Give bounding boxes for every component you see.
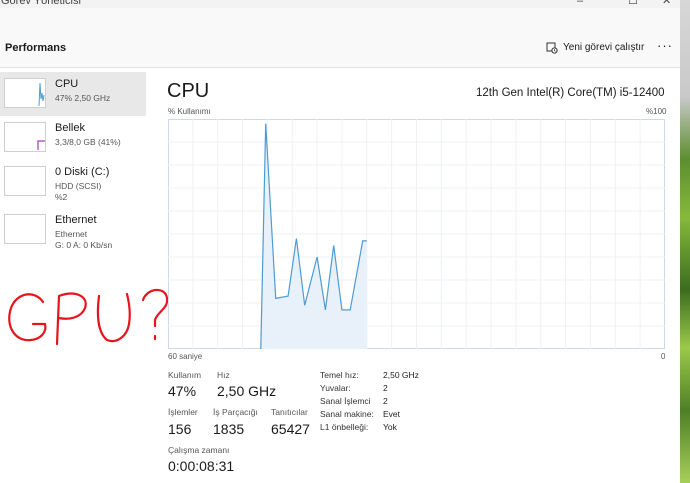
new-task-button[interactable]: Yeni görevi çalıştır <box>546 41 644 54</box>
window-title: Görev Yöneticisi <box>1 0 81 7</box>
max-axis-label: %100 <box>646 107 667 116</box>
desktop-background <box>680 0 690 483</box>
minimize-icon[interactable]: – <box>577 0 583 7</box>
virtual-machine-value: Evet <box>383 409 401 419</box>
sidebar-item-detail: 3,3/8,0 GB (41%) <box>55 137 121 147</box>
speed-label: Hız <box>217 370 230 380</box>
sidebar-item-ethernet[interactable]: Ethernet Ethernet G: 0 A: 0 Kb/sn <box>0 208 146 252</box>
zero-axis-label: 0 <box>661 352 666 361</box>
sidebar-item-detail-2: %2 <box>55 192 68 202</box>
close-icon[interactable]: ✕ <box>662 0 671 7</box>
cpu-model: 12th Gen Intel(R) Core(TM) i5-12400 <box>476 87 665 99</box>
virtual-processors-value: 2 <box>383 396 388 406</box>
sidebar-item-detail: 47% 2,50 GHz <box>55 93 111 103</box>
sidebar-item-detail-2: G: 0 A: 0 Kb/sn <box>55 240 113 250</box>
virtual-processors-label: Sanal İşlemci <box>320 396 371 406</box>
uptime-label: Çalışma zamanı <box>168 445 230 455</box>
memory-thumbnail <box>4 122 46 152</box>
sockets-label: Yuvalar: <box>320 383 351 393</box>
sidebar-item-label: Ethernet <box>55 214 97 226</box>
cpu-thumbnail <box>4 78 46 108</box>
usage-label: Kullanım <box>168 370 202 380</box>
chart-grid <box>168 119 665 349</box>
sidebar-item-detail: Ethernet <box>55 229 88 239</box>
sidebar-item-disk[interactable]: 0 Diski (C:) HDD (SCSI) %2 <box>0 160 146 204</box>
sidebar-item-label: Bellek <box>55 122 85 134</box>
l1-cache-label: L1 önbelleği: <box>320 422 369 432</box>
section-title: Performans <box>5 42 67 54</box>
more-options-button[interactable]: ··· <box>657 39 673 53</box>
disk-thumbnail <box>4 166 46 196</box>
virtual-machine-label: Sanal makine: <box>320 409 374 419</box>
handles-value: 65427 <box>271 421 310 437</box>
processes-value: 156 <box>168 421 192 437</box>
ethernet-thumbnail <box>4 214 46 244</box>
threads-value: 1835 <box>213 421 245 437</box>
time-axis-label: 60 saniye <box>168 352 203 361</box>
handles-label: Tanıtıcılar <box>271 407 308 417</box>
page-title: CPU <box>167 80 210 102</box>
usage-axis-label: % Kullanımı <box>168 107 211 116</box>
maximize-icon[interactable]: ☐ <box>628 0 638 7</box>
sidebar-item-cpu[interactable]: CPU 47% 2,50 GHz <box>0 72 146 116</box>
threads-label: İş Parçacığı <box>213 407 258 417</box>
processes-label: İşlemler <box>168 407 198 417</box>
sidebar-item-detail: HDD (SCSI) <box>55 181 102 191</box>
handwritten-gpu-note <box>8 288 169 346</box>
sidebar-item-memory[interactable]: Bellek 3,3/8,0 GB (41%) <box>0 116 146 160</box>
sidebar-item-label: 0 Diski (C:) <box>55 166 110 178</box>
header <box>0 8 680 68</box>
run-task-icon <box>546 42 558 54</box>
sockets-value: 2 <box>383 383 388 393</box>
l1-cache-value: Yok <box>383 422 397 432</box>
uptime-value: 0:00:08:31 <box>168 458 235 474</box>
cpu-usage-chart <box>168 119 665 349</box>
base-speed-label: Temel hız: <box>320 370 359 380</box>
sidebar-item-label: CPU <box>55 78 79 90</box>
new-task-label: Yeni görevi çalıştır <box>563 42 645 53</box>
speed-value: 2,50 GHz <box>217 383 277 399</box>
usage-value: 47% <box>168 383 197 399</box>
base-speed-value: 2,50 GHz <box>383 370 419 380</box>
